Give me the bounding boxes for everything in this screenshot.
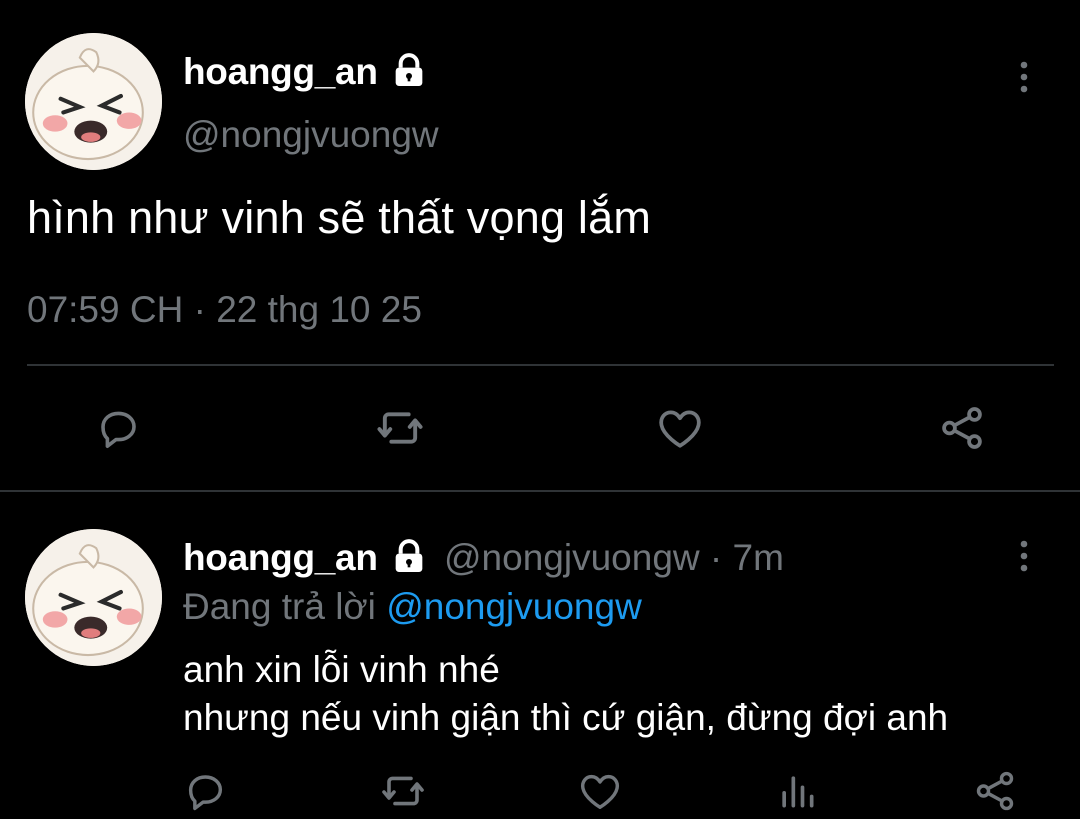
reply-text-line: anh xin lỗi vinh nhé bbox=[183, 649, 500, 690]
tweet-meta: 07:59 CH · 22 thg 10 25 bbox=[27, 289, 422, 331]
meta-separator: · bbox=[709, 537, 723, 578]
like-button[interactable] bbox=[572, 763, 628, 819]
like-icon bbox=[659, 410, 701, 448]
date[interactable]: 22 thg 10 25 bbox=[216, 289, 422, 330]
retweet-icon bbox=[382, 776, 424, 806]
tweet-text: hình như vinh sẽ thất vọng lắm bbox=[27, 192, 652, 243]
retweet-button[interactable] bbox=[375, 763, 431, 819]
divider bbox=[27, 364, 1054, 366]
lock-icon bbox=[395, 539, 423, 572]
reply-header-meta: @nongjvuongw · 7m bbox=[444, 537, 784, 579]
timestamp[interactable]: 07:59 CH bbox=[27, 289, 183, 330]
handle[interactable]: @nongjvuongw bbox=[444, 537, 700, 578]
share-button[interactable] bbox=[934, 400, 990, 456]
reply-text-line: nhưng nếu vinh giận thì cứ giận, đừng đợ… bbox=[183, 697, 949, 738]
retweet-button[interactable] bbox=[372, 400, 428, 456]
like-button[interactable] bbox=[652, 400, 708, 456]
avatar-image bbox=[25, 529, 162, 666]
replying-to-line: Đang trả lời @nongjvuongw bbox=[183, 586, 642, 628]
like-icon bbox=[580, 774, 620, 810]
time-ago[interactable]: 7m bbox=[733, 537, 784, 578]
share-icon bbox=[976, 771, 1014, 811]
reply-icon bbox=[101, 411, 136, 448]
share-button[interactable] bbox=[967, 763, 1023, 819]
share-icon bbox=[942, 407, 982, 449]
more-options-icon[interactable] bbox=[1012, 57, 1036, 97]
retweet-icon bbox=[377, 412, 423, 444]
reply-button[interactable] bbox=[177, 763, 233, 819]
avatar[interactable] bbox=[25, 529, 162, 666]
display-name[interactable]: hoangg_an bbox=[183, 537, 378, 579]
avatar[interactable] bbox=[25, 33, 162, 170]
section-divider bbox=[0, 490, 1080, 492]
views-icon bbox=[782, 776, 814, 808]
reply-button[interactable] bbox=[90, 400, 146, 456]
lock-icon bbox=[395, 53, 423, 86]
avatar-image bbox=[25, 33, 162, 170]
display-name[interactable]: hoangg_an bbox=[183, 51, 378, 93]
reply-icon bbox=[188, 775, 223, 811]
reply-text: anh xin lỗi vinh nhé nhưng nếu vinh giận… bbox=[183, 646, 948, 742]
more-options-icon[interactable] bbox=[1012, 536, 1036, 576]
replying-to-label: Đang trả lời bbox=[183, 586, 376, 627]
mention-link[interactable]: @nongjvuongw bbox=[386, 586, 642, 627]
handle[interactable]: @nongjvuongw bbox=[183, 114, 439, 156]
meta-separator: · bbox=[193, 289, 206, 330]
views-button[interactable] bbox=[769, 763, 825, 819]
